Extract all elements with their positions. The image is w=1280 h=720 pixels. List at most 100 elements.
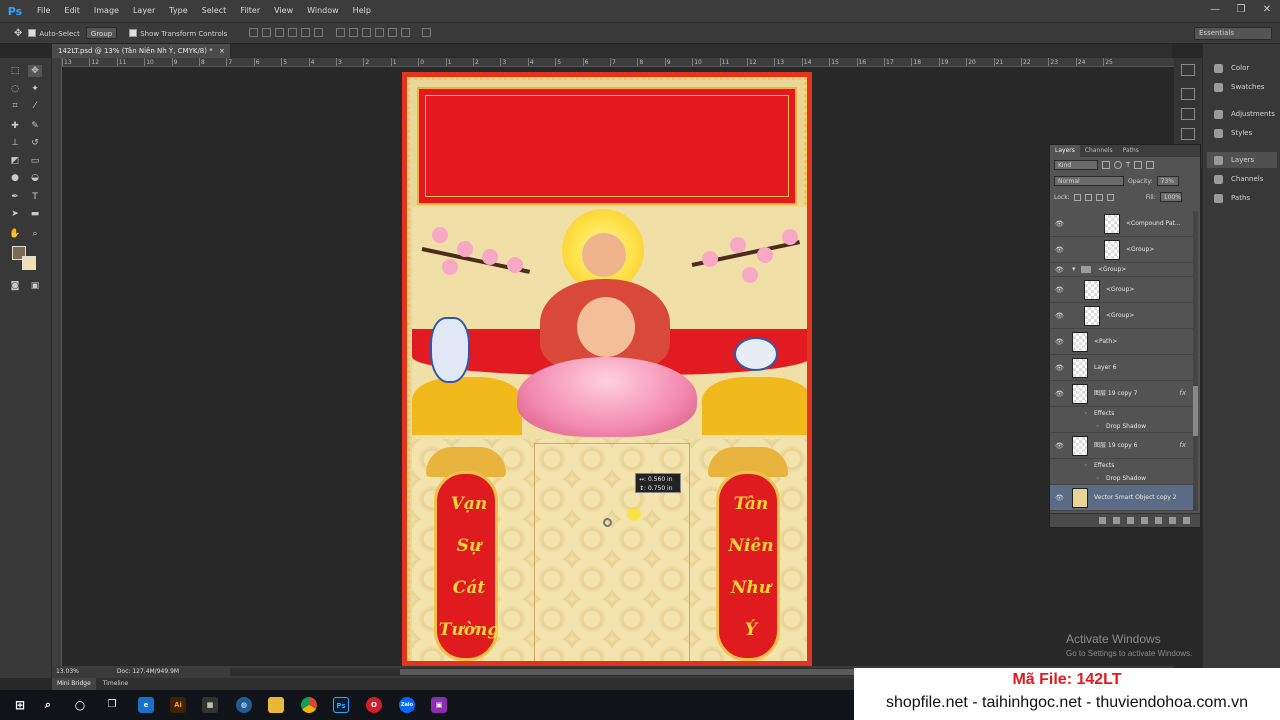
- new-adjustment-icon[interactable]: [1141, 517, 1148, 524]
- align-hcenter-icon[interactable]: [301, 27, 311, 37]
- lock-all-icon[interactable]: [1106, 193, 1114, 201]
- eyedropper-icon[interactable]: ⁄: [28, 100, 42, 112]
- menu-file[interactable]: File: [30, 0, 57, 22]
- quick-mask-icon[interactable]: ◙: [8, 280, 22, 292]
- visibility-eye-icon[interactable]: 👁: [1055, 338, 1064, 346]
- opera-icon[interactable]: O: [366, 697, 382, 713]
- magic-wand-icon[interactable]: ✦: [28, 83, 42, 95]
- layer-row[interactable]: 👁 <Group>: [1050, 303, 1194, 329]
- filter-smart-object-icon[interactable]: [1146, 161, 1155, 169]
- close-icon[interactable]: ✕: [1254, 0, 1280, 22]
- effect-eye-icon[interactable]: ◦: [1096, 423, 1100, 430]
- tab-layers[interactable]: Layers: [1050, 145, 1080, 157]
- align-left-icon[interactable]: [288, 27, 298, 37]
- move-tool-icon[interactable]: ✥: [14, 28, 22, 39]
- layer-row[interactable]: 👁 图层 19 copy 6 fx: [1050, 433, 1194, 459]
- zoom-level[interactable]: 13.03%: [56, 668, 79, 675]
- filter-kind-dropdown[interactable]: Kind: [1054, 160, 1098, 170]
- new-layer-icon[interactable]: [1169, 517, 1176, 524]
- move-tool-icon[interactable]: ✥: [28, 65, 42, 77]
- menu-help[interactable]: Help: [346, 0, 378, 22]
- effects-row[interactable]: ◦ Effects: [1050, 407, 1194, 420]
- lock-transparent-icon[interactable]: [1073, 193, 1081, 201]
- layer-row[interactable]: 👁 Layer 6: [1050, 355, 1194, 381]
- visibility-eye-icon[interactable]: 👁: [1055, 246, 1064, 254]
- dodge-tool-icon[interactable]: ◒: [28, 172, 42, 184]
- visibility-eye-icon[interactable]: 👁: [1055, 266, 1064, 274]
- layer-row[interactable]: 👁 <Group>: [1050, 237, 1194, 263]
- visibility-eye-icon[interactable]: 👁: [1055, 312, 1064, 320]
- align-top-icon[interactable]: [249, 27, 259, 37]
- doc-size[interactable]: Doc: 127.4M/949.9M: [117, 668, 179, 675]
- document-tab[interactable]: 142LT.psd @ 13% (Tân Niên Nh Ý, CMYK/8) …: [52, 44, 230, 58]
- menu-layer[interactable]: Layer: [126, 0, 162, 22]
- layer-row-selected[interactable]: 👁 Vector Smart Object copy 2: [1050, 485, 1194, 511]
- filter-adjustment-icon[interactable]: [1114, 161, 1122, 169]
- layer-row[interactable]: 👁 <Group>: [1050, 277, 1194, 303]
- shape-tool-icon[interactable]: ▬: [28, 208, 42, 220]
- adjustments-panel-button[interactable]: Adjustments: [1207, 106, 1277, 122]
- styles-panel-button[interactable]: Styles: [1207, 125, 1277, 141]
- visibility-eye-icon[interactable]: 👁: [1055, 364, 1064, 372]
- horizontal-scroll-thumb[interactable]: [400, 669, 898, 675]
- eraser-icon[interactable]: ◩: [8, 155, 22, 167]
- link-layers-icon[interactable]: [1099, 517, 1106, 524]
- edge-icon[interactable]: e: [138, 697, 154, 713]
- type-tool-icon[interactable]: T: [28, 191, 42, 203]
- pen-tool-icon[interactable]: ✒: [8, 191, 22, 203]
- photoshop-taskbar-icon[interactable]: Ps: [333, 697, 349, 713]
- blur-tool-icon[interactable]: ●: [8, 172, 22, 184]
- teams-icon[interactable]: ▣: [431, 697, 447, 713]
- windows-start-icon[interactable]: ⊞: [12, 697, 28, 713]
- cortana-icon[interactable]: ○: [72, 697, 88, 713]
- effects-row[interactable]: ◦ Effects: [1050, 459, 1194, 472]
- distribute-bottom-icon[interactable]: [361, 27, 371, 37]
- align-bottom-icon[interactable]: [275, 27, 285, 37]
- fill-field[interactable]: 100%: [1159, 192, 1182, 202]
- lock-position-icon[interactable]: [1095, 193, 1103, 201]
- show-transform-checkbox[interactable]: Show Transform Controls: [129, 28, 227, 38]
- swatches-panel-button[interactable]: Swatches: [1207, 79, 1277, 95]
- lock-image-icon[interactable]: [1084, 193, 1092, 201]
- history-brush-icon[interactable]: ↺: [28, 137, 42, 149]
- visibility-eye-icon[interactable]: 👁: [1055, 220, 1064, 228]
- file-explorer-icon[interactable]: [268, 697, 284, 713]
- effect-eye-icon[interactable]: ◦: [1084, 462, 1088, 469]
- lasso-tool-icon[interactable]: ◌: [8, 83, 22, 95]
- distribute-vcenter-icon[interactable]: [348, 27, 358, 37]
- menu-filter[interactable]: Filter: [233, 0, 267, 22]
- color-panel-button[interactable]: Color: [1207, 60, 1277, 76]
- tab-timeline[interactable]: Timeline: [98, 678, 134, 690]
- delete-layer-icon[interactable]: [1183, 517, 1190, 524]
- channels-panel-button[interactable]: Channels: [1207, 171, 1277, 187]
- drop-shadow-row[interactable]: ◦ Drop Shadow: [1050, 472, 1194, 485]
- filter-pixel-icon[interactable]: [1102, 161, 1110, 169]
- auto-select-target-dropdown[interactable]: Group: [85, 27, 118, 39]
- illustrator-icon[interactable]: Ai: [170, 697, 186, 713]
- visibility-eye-icon[interactable]: 👁: [1055, 390, 1064, 398]
- history-panel-icon[interactable]: [1181, 64, 1195, 76]
- add-style-icon[interactable]: [1113, 517, 1120, 524]
- crop-tool-icon[interactable]: ⌗: [8, 100, 22, 112]
- tab-paths[interactable]: Paths: [1118, 145, 1144, 157]
- maximize-icon[interactable]: ❐: [1228, 0, 1254, 22]
- document-canvas[interactable]: Vạn Sự Cát Tường Tân Niên Như Ý: [402, 72, 812, 666]
- new-group-icon[interactable]: [1155, 517, 1162, 524]
- distribute-right-icon[interactable]: [400, 27, 410, 37]
- effect-eye-icon[interactable]: ◦: [1096, 475, 1100, 482]
- fx-icon[interactable]: fx: [1179, 441, 1186, 449]
- path-selection-icon[interactable]: ➤: [8, 208, 22, 220]
- layer-row[interactable]: 👁 <Compound Pat...: [1050, 211, 1194, 237]
- network-icon[interactable]: ◍: [236, 697, 252, 713]
- visibility-eye-icon[interactable]: 👁: [1055, 494, 1064, 502]
- minimize-icon[interactable]: —: [1202, 0, 1228, 22]
- tab-mini-bridge[interactable]: Mini Bridge: [52, 678, 96, 690]
- opacity-field[interactable]: 73%: [1156, 176, 1179, 186]
- gradient-icon[interactable]: ▭: [28, 155, 42, 167]
- properties-panel-icon[interactable]: [1181, 88, 1195, 100]
- brush-panel-icon[interactable]: [1181, 128, 1195, 140]
- screen-mode-icon[interactable]: ▣: [28, 280, 42, 292]
- marquee-tool-icon[interactable]: ⬚: [8, 65, 22, 77]
- zoom-tool-icon[interactable]: ⌕: [28, 228, 42, 240]
- chrome-icon[interactable]: [301, 697, 317, 713]
